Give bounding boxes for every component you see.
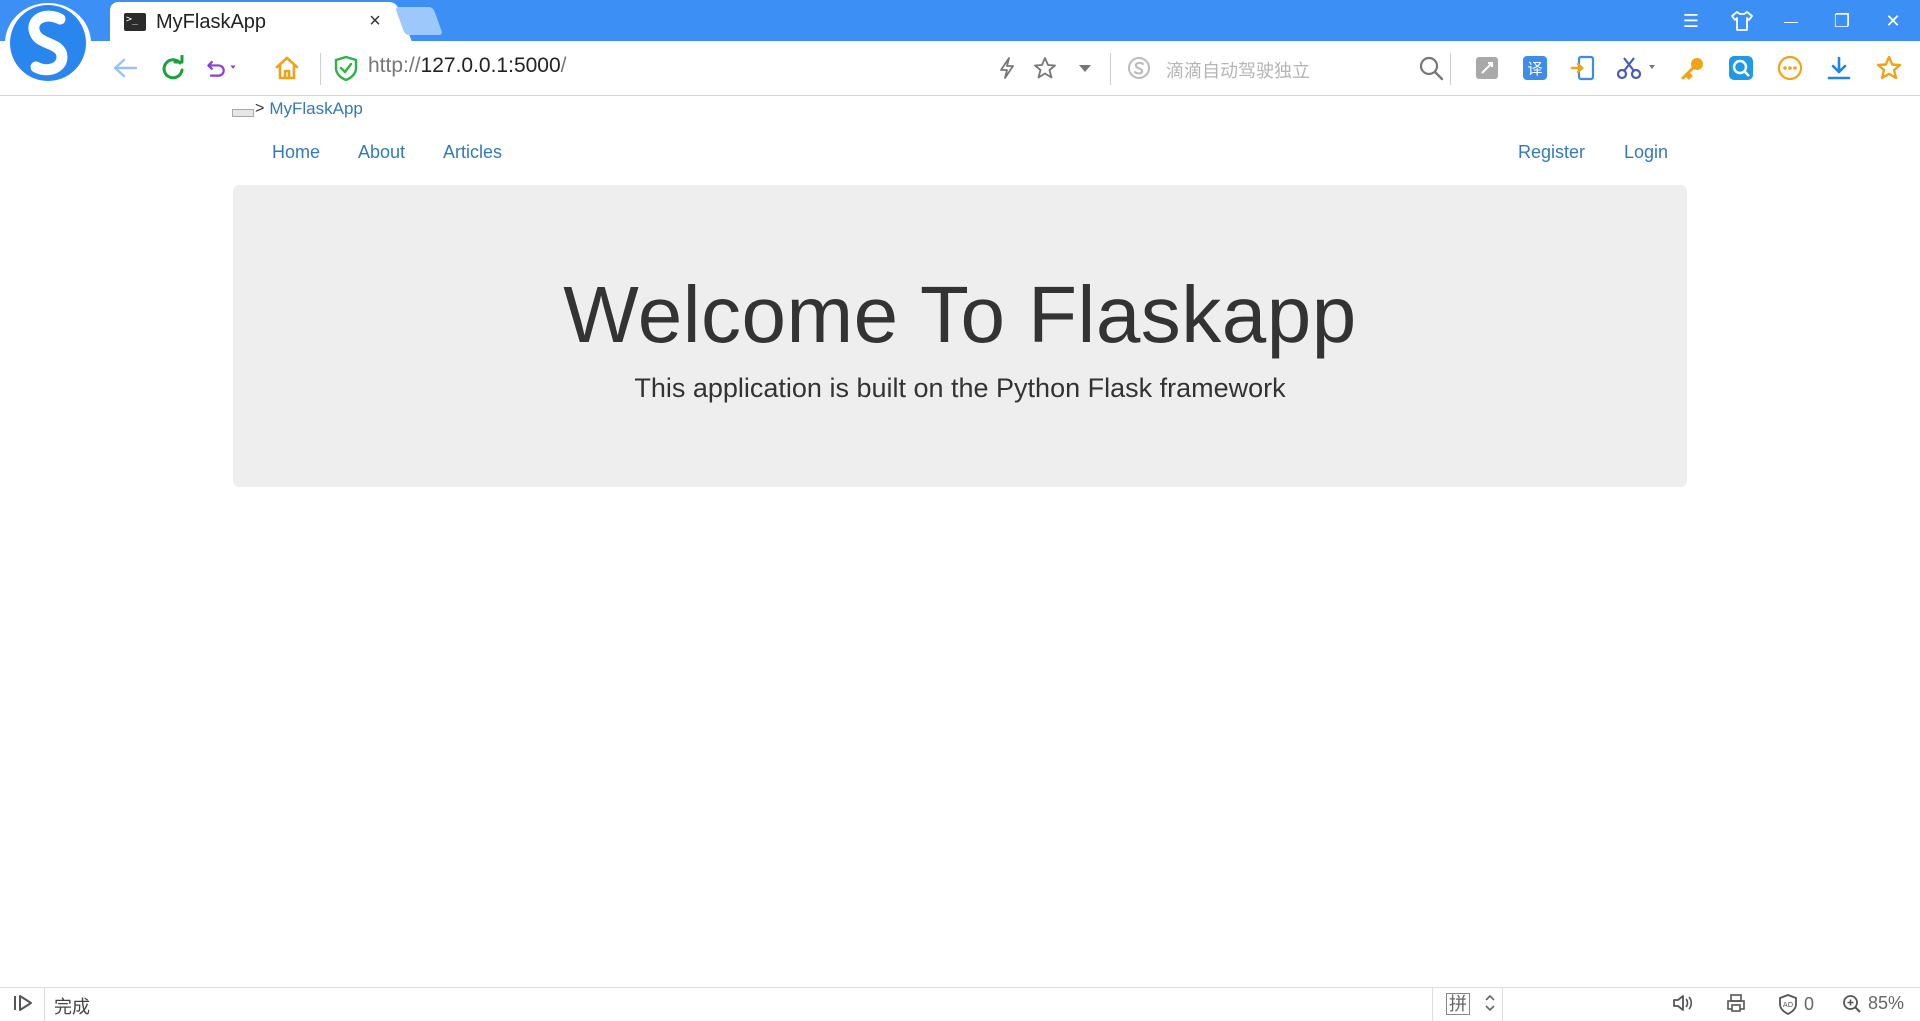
tab-title: MyFlaskApp — [156, 10, 267, 33]
tab-close-icon[interactable]: × — [364, 10, 386, 33]
minimize-icon[interactable]: — — [1776, 8, 1806, 34]
phone-sync-icon[interactable] — [1566, 51, 1600, 85]
toolbar-divider — [320, 53, 321, 85]
home-icon[interactable] — [270, 51, 304, 85]
nav-register-link[interactable]: Register — [1518, 142, 1585, 163]
nav-articles-link[interactable]: Articles — [443, 142, 502, 163]
brand-arrow: > — [255, 100, 265, 117]
toolbar-divider — [1110, 53, 1111, 85]
sogou-search-engine-icon[interactable] — [1122, 51, 1156, 85]
favorites-star-icon[interactable] — [1872, 51, 1906, 85]
zoom-level-text: 85% — [1868, 993, 1905, 1013]
address-bar-input[interactable]: http://127.0.0.1:5000/ — [368, 54, 567, 78]
nav-about-link[interactable]: About — [358, 142, 405, 163]
ime-pinyin-indicator[interactable]: 拼 — [1446, 993, 1470, 1015]
more-options-icon[interactable] — [1773, 51, 1807, 85]
bookmark-star-icon[interactable] — [1028, 51, 1062, 85]
translate-icon[interactable]: 译 — [1518, 51, 1552, 85]
adblock-count: 0 — [1804, 993, 1815, 1014]
sogou-browser-logo[interactable] — [5, 3, 91, 83]
page-viewport: > MyFlaskApp Home About Articles Registe… — [0, 97, 1920, 987]
search-icon[interactable] — [1414, 51, 1448, 85]
back-arrow-icon[interactable] — [108, 51, 142, 85]
navbar-brand[interactable]: > MyFlaskApp — [232, 97, 363, 121]
url-scheme: http:// — [368, 54, 421, 77]
status-divider — [1432, 988, 1433, 1021]
key-password-icon[interactable] — [1676, 51, 1710, 85]
close-window-icon[interactable]: ✕ — [1878, 8, 1908, 34]
jumbotron: Welcome To Flaskapp This application is … — [233, 185, 1687, 487]
url-host: 127.0.0.1:5000 — [420, 54, 561, 77]
ime-toggle-icon[interactable] — [1484, 993, 1496, 1013]
tab-myflaskapp[interactable]: MyFlaskApp × — [110, 2, 390, 42]
download-icon[interactable] — [1822, 51, 1856, 85]
sidebar-toggle-icon[interactable] — [12, 993, 34, 1013]
chevron-down-icon[interactable] — [1068, 51, 1102, 85]
skin-shirt-icon[interactable] — [1727, 8, 1757, 34]
browser-title-bar: MyFlaskApp × ☰ — ❐ ✕ — [0, 0, 1920, 42]
printer-icon[interactable] — [1726, 993, 1746, 1013]
screenshot-extension-icon[interactable] — [1470, 51, 1504, 85]
refresh-icon[interactable] — [156, 51, 190, 85]
volume-icon[interactable] — [1672, 993, 1694, 1013]
restore-icon[interactable]: ❐ — [1827, 8, 1857, 34]
brand-link[interactable]: MyFlaskApp — [269, 99, 363, 119]
broken-image-icon — [232, 109, 254, 117]
nav-login-link[interactable]: Login — [1624, 142, 1668, 163]
status-divider — [44, 988, 45, 1021]
lightning-accelerate-icon[interactable] — [990, 51, 1024, 85]
adblock-shield-icon[interactable]: AD 0 — [1778, 993, 1814, 1015]
svg-text:AD: AD — [1783, 1001, 1793, 1009]
zoom-lens-icon[interactable] — [1724, 51, 1758, 85]
toolbar-divider — [1450, 53, 1451, 85]
jumbotron-title: Welcome To Flaskapp — [563, 270, 1357, 359]
search-input[interactable]: 滴滴自动驾驶独立 — [1166, 57, 1310, 83]
jumbotron-subtitle: This application is built on the Python … — [634, 373, 1286, 403]
zoom-level-control[interactable]: 85% — [1842, 993, 1904, 1014]
status-divider — [1502, 988, 1503, 1021]
ime-label: 拼 — [1446, 993, 1470, 1015]
menu-icon[interactable]: ☰ — [1676, 8, 1706, 34]
scissors-screenshot-icon[interactable] — [1614, 51, 1660, 85]
security-shield-icon[interactable] — [329, 51, 363, 85]
url-path: / — [560, 54, 567, 77]
undo-close-tab-icon[interactable] — [205, 51, 239, 85]
status-text: 完成 — [54, 997, 90, 1017]
nav-home-link[interactable]: Home — [272, 142, 320, 163]
terminal-favicon-icon — [124, 13, 146, 31]
browser-status-bar: 完成 拼 AD 0 85% — [0, 987, 1920, 1021]
svg-text:译: 译 — [1527, 60, 1542, 78]
browser-toolbar: http://127.0.0.1:5000/ 滴滴自动驾驶独立 译 — [0, 41, 1920, 96]
